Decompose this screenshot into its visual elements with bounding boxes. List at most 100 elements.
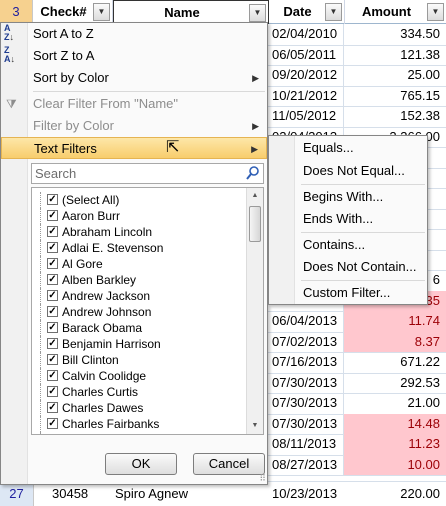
row-number[interactable]: 3 xyxy=(0,0,33,24)
does-not-contain-item[interactable]: Does Not Contain... xyxy=(303,257,416,277)
sort-z-to-a-item[interactable]: Z A↓ Sort Z to A xyxy=(1,45,267,67)
amount-cell[interactable]: 11.74 xyxy=(344,311,446,332)
table-row: 06/05/2011 121.38 xyxy=(268,44,446,66)
check-cell[interactable]: 30458 xyxy=(52,482,88,506)
date-cell[interactable]: 06/04/2013 xyxy=(268,311,344,332)
checkbox-icon[interactable]: ✓ xyxy=(47,210,58,221)
mouse-cursor-icon: ⇱ xyxy=(166,139,180,156)
list-item[interactable]: ✓ Abraham Lincoln xyxy=(32,224,244,240)
checkbox-icon[interactable]: ✓ xyxy=(47,306,58,317)
tree-line xyxy=(40,368,47,384)
sort-by-color-item[interactable]: Sort by Color ▶ xyxy=(1,67,267,89)
clear-filter-label: Clear Filter From "Name" xyxy=(33,96,179,111)
filter-dropdown-icon[interactable]: ▼ xyxy=(93,3,110,21)
date-cell[interactable]: 10/21/2012 xyxy=(268,85,344,106)
checkbox-icon[interactable]: ✓ xyxy=(47,258,58,269)
checkbox-icon[interactable]: ✓ xyxy=(47,242,58,253)
column-header-row: 3 Check# ▼ Name ▼ Date ▼ Amount ▼ xyxy=(0,0,446,24)
date-cell[interactable]: 08/27/2013 xyxy=(268,454,344,475)
search-input[interactable]: Search xyxy=(31,163,264,184)
equals-item[interactable]: Equals... xyxy=(303,138,354,158)
checkbox-icon[interactable]: ✓ xyxy=(47,434,58,435)
submenu-arrow-icon: ▶ xyxy=(252,121,259,131)
amount-cell[interactable]: 152.38 xyxy=(344,106,446,127)
checkbox-icon[interactable]: ✓ xyxy=(47,226,58,237)
amount-cell[interactable]: 8.37 xyxy=(344,331,446,352)
scroll-thumb[interactable] xyxy=(249,206,261,242)
does-not-equal-item[interactable]: Does Not Equal... xyxy=(303,161,405,181)
list-item[interactable]: ✓ Charles Curtis xyxy=(32,384,244,400)
contains-item[interactable]: Contains... xyxy=(303,235,365,255)
date-cell[interactable]: 07/30/2013 xyxy=(268,413,344,434)
checkbox-icon[interactable]: ✓ xyxy=(47,322,58,333)
list-item[interactable]: ✓ Calvin Coolidge xyxy=(32,368,244,384)
table-row: 10/21/2012 765.15 xyxy=(268,85,446,107)
amount-cell[interactable]: 11.23 xyxy=(344,434,446,455)
amount-cell[interactable]: 21.00 xyxy=(344,393,446,414)
amount-cell[interactable]: 765.15 xyxy=(344,86,446,107)
list-item[interactable]: ✓ Aaron Burr xyxy=(32,208,244,224)
date-cell[interactable]: 06/05/2011 xyxy=(268,44,344,65)
checkbox-icon[interactable]: ✓ xyxy=(47,402,58,413)
sort-a-to-z-item[interactable]: A Z↓ Sort A to Z xyxy=(1,23,267,45)
amount-cell[interactable]: 334.50 xyxy=(344,24,446,45)
vertical-scrollbar[interactable]: ▲ ▼ xyxy=(246,188,263,434)
list-item[interactable]: ✓ Barack Obama xyxy=(32,320,244,336)
scroll-down-icon[interactable]: ▼ xyxy=(247,418,263,434)
text-filters-item[interactable]: Text Filters ▶ ⇱ xyxy=(1,137,267,159)
date-cell[interactable]: 07/16/2013 xyxy=(268,352,344,373)
filter-dropdown-icon[interactable]: ▼ xyxy=(427,3,444,21)
date-cell[interactable]: 09/20/2012 xyxy=(268,65,344,86)
table-row: 08/27/2013 10.00 xyxy=(268,454,446,476)
checkbox-icon[interactable]: ✓ xyxy=(47,194,58,205)
resize-grip-icon[interactable]: ⠿ xyxy=(259,474,266,483)
begins-with-item[interactable]: Begins With... xyxy=(303,187,383,207)
ok-button[interactable]: OK xyxy=(105,453,177,475)
list-item[interactable]: ✓ Charles Fairbanks xyxy=(32,416,244,432)
date-cell[interactable]: 02/04/2010 xyxy=(268,24,344,45)
checkbox-icon[interactable]: ✓ xyxy=(47,354,58,365)
amount-cell[interactable]: 25.00 xyxy=(344,65,446,86)
date-cell[interactable]: 07/30/2013 xyxy=(268,393,344,414)
date-cell[interactable]: 07/30/2013 xyxy=(268,372,344,393)
amount-cell[interactable]: 220.00 xyxy=(345,482,440,506)
scroll-up-icon[interactable]: ▲ xyxy=(247,188,263,204)
amount-cell[interactable]: 671.22 xyxy=(344,352,446,373)
list-item[interactable]: ✓ Al Gore xyxy=(32,256,244,272)
date-cell[interactable]: 11/05/2012 xyxy=(268,106,344,127)
checkbox-icon[interactable]: ✓ xyxy=(47,290,58,301)
amount-cell[interactable]: 10.00 xyxy=(344,454,446,475)
checkbox-icon[interactable]: ✓ xyxy=(47,274,58,285)
list-item[interactable]: ✓ Andrew Johnson xyxy=(32,304,244,320)
clear-filter-item: ⧩ Clear Filter From "Name" xyxy=(1,93,267,115)
amount-cell[interactable]: 121.38 xyxy=(344,45,446,66)
list-item[interactable]: ✓ Alben Barkley xyxy=(32,272,244,288)
filter-dropdown-icon[interactable]: ▼ xyxy=(325,3,342,21)
menu-icon-gutter xyxy=(269,136,295,304)
date-cell[interactable]: 08/11/2013 xyxy=(268,434,344,455)
checkbox-icon[interactable]: ✓ xyxy=(47,386,58,397)
row-number[interactable]: 27 xyxy=(0,482,34,506)
checkbox-icon[interactable]: ✓ xyxy=(47,370,58,381)
menu-separator xyxy=(301,280,425,281)
amount-cell[interactable]: 14.48 xyxy=(344,413,446,434)
name-cell[interactable]: Spiro Agnew xyxy=(115,482,188,506)
list-item[interactable]: ✓ Chester Arthur xyxy=(32,432,244,435)
checkbox-icon[interactable]: ✓ xyxy=(47,418,58,429)
custom-filter-item[interactable]: Custom Filter... xyxy=(303,283,390,303)
filter-active-icon[interactable]: ▼ xyxy=(249,4,266,22)
header-name-label: Name xyxy=(164,5,200,20)
cancel-button[interactable]: Cancel xyxy=(193,453,265,475)
checkbox-icon[interactable]: ✓ xyxy=(47,338,58,349)
date-cell[interactable]: 07/02/2013 xyxy=(268,331,344,352)
list-item[interactable]: ✓ Adlai E. Stevenson xyxy=(32,240,244,256)
list-item[interactable]: ✓ Benjamin Harrison xyxy=(32,336,244,352)
table-row: 07/02/2013 8.37 xyxy=(268,331,446,353)
ends-with-item[interactable]: Ends With... xyxy=(303,209,373,229)
list-item[interactable]: ✓ Bill Clinton xyxy=(32,352,244,368)
amount-cell[interactable]: 292.53 xyxy=(344,373,446,394)
date-cell[interactable]: 10/23/2013 xyxy=(272,482,337,506)
list-item[interactable]: ✓ Charles Dawes xyxy=(32,400,244,416)
list-item[interactable]: ✓ Andrew Jackson xyxy=(32,288,244,304)
list-item[interactable]: ✓ (Select All) xyxy=(32,192,244,208)
